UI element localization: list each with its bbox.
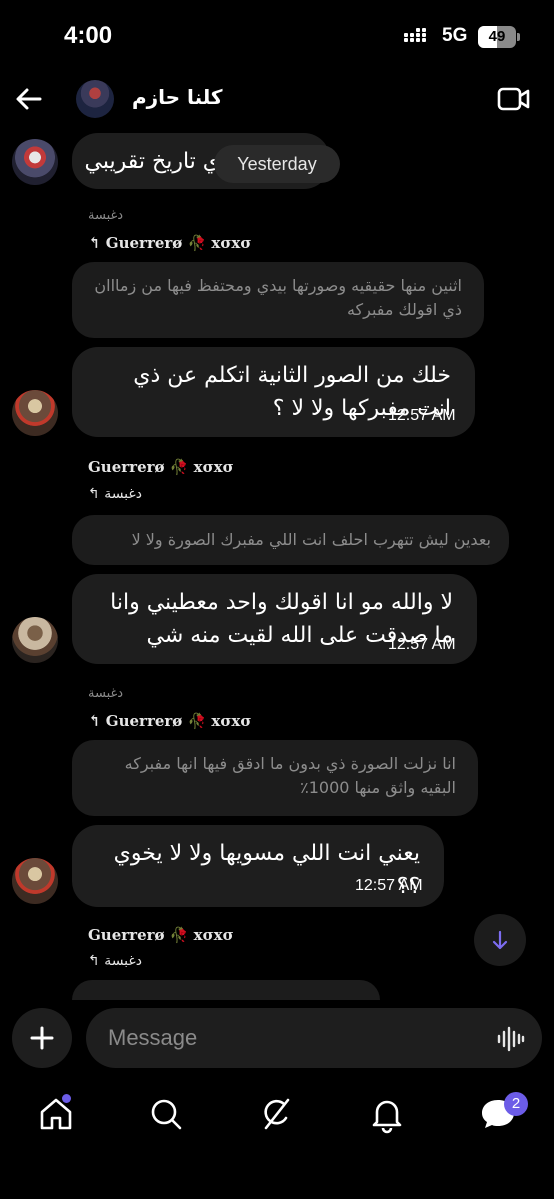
messages-badge: 2 bbox=[504, 1092, 528, 1116]
arrow-down-icon bbox=[492, 930, 508, 950]
battery-tip bbox=[517, 33, 520, 41]
home-icon[interactable] bbox=[34, 1092, 78, 1136]
quoted-text: بعدين ليش تتهرب احلف انت اللي مفبرك الصو… bbox=[131, 530, 491, 549]
message-bubble[interactable]: خلك من الصور الثانية اتكلم عن ذي انت مفب… bbox=[72, 347, 475, 437]
bell-icon[interactable] bbox=[365, 1092, 409, 1136]
status-time: 4:00 bbox=[64, 22, 113, 49]
reply-arrow-icon: ↰ bbox=[88, 712, 106, 730]
chat-title[interactable]: كلنا حازم bbox=[132, 85, 223, 109]
battery-icon: 49 bbox=[478, 26, 516, 48]
reply-arrow-icon: ↰ bbox=[88, 234, 106, 252]
chat-avatar[interactable] bbox=[76, 80, 114, 118]
sender-avatar[interactable] bbox=[12, 617, 58, 663]
tab-bar bbox=[0, 1086, 554, 1146]
reply-to-name: دغبسة bbox=[88, 208, 124, 223]
reply-context-text: Guerrerø 🥀 xσxσ bbox=[88, 926, 234, 944]
reply-context-text: Guerrerø 🥀 xσxσ bbox=[88, 458, 234, 476]
sender-avatar[interactable] bbox=[12, 858, 58, 904]
plus-icon bbox=[30, 1026, 54, 1050]
reply-context: ↰ Guerrerø 🥀 xσxσ bbox=[88, 234, 251, 252]
message-bubble[interactable]: لا والله مو انا اقولك واحد معطيني وانا م… bbox=[72, 574, 477, 664]
quoted-text: انا نزلت الصورة ذي بدون ما ادقق فيها انه… bbox=[124, 754, 456, 797]
reply-context-text: Guerrerø 🥀 xσxσ bbox=[105, 712, 252, 730]
reply-context: Guerrerø 🥀 xσxσ bbox=[88, 926, 234, 944]
quoted-message[interactable]: انا نزلت الصورة ذي بدون ما ادقق فيها انه… bbox=[72, 740, 478, 816]
search-icon[interactable] bbox=[144, 1092, 188, 1136]
message-input[interactable] bbox=[86, 1008, 542, 1068]
reply-arrow-icon: ↰ bbox=[88, 953, 105, 969]
reply-context-text: Guerrerø 🥀 xσxσ bbox=[105, 234, 252, 252]
network-type: 5G bbox=[442, 25, 468, 46]
voice-message-icon[interactable] bbox=[496, 1026, 526, 1052]
reply-arrow-icon: ↰ bbox=[88, 486, 105, 502]
message-time: 12:57 AM bbox=[388, 407, 456, 424]
message-time: 12:57 AM bbox=[355, 877, 423, 894]
quoted-message[interactable]: بعدين ليش تتهرب احلف انت اللي مفبرك الصو… bbox=[72, 515, 509, 565]
grok-icon[interactable] bbox=[254, 1092, 298, 1136]
sender-avatar[interactable] bbox=[12, 390, 58, 436]
composer bbox=[0, 1000, 554, 1076]
message-bubble[interactable]: يعني انت اللي مسويها ولا لا يخوي ؟؟ 12:5… bbox=[72, 825, 444, 907]
reply-context: Guerrerø 🥀 xσxσ bbox=[88, 458, 234, 476]
chat-header: كلنا حازم bbox=[0, 72, 554, 126]
quoted-message[interactable] bbox=[72, 980, 380, 1000]
quoted-message[interactable]: اثنين منها حقيقيه وصورتها بيدي ومحتفظ في… bbox=[72, 262, 484, 338]
date-separator: Yesterday bbox=[214, 145, 340, 183]
sender-avatar[interactable] bbox=[12, 139, 58, 185]
attach-button[interactable] bbox=[12, 1008, 72, 1068]
reply-to-name: دغبسة ↰ bbox=[88, 486, 142, 502]
reply-to-name: دغبسة ↰ bbox=[88, 953, 142, 969]
message-time: 12:57 AM bbox=[388, 636, 456, 653]
reply-context: ↰ Guerrerø 🥀 xσxσ bbox=[88, 712, 251, 730]
video-call-icon[interactable] bbox=[497, 86, 531, 112]
battery-percent: 49 bbox=[488, 28, 506, 45]
back-arrow-icon[interactable] bbox=[12, 82, 46, 116]
signal-icon bbox=[404, 28, 434, 46]
home-notification-dot bbox=[62, 1094, 71, 1103]
scroll-down-button[interactable] bbox=[474, 914, 526, 966]
status-bar: 4:00 5G 49 bbox=[0, 0, 554, 72]
quoted-text: اثنين منها حقيقيه وصورتها بيدي ومحتفظ في… bbox=[94, 276, 462, 319]
message-text: ي تاريخ تقريبي bbox=[84, 149, 220, 174]
reply-to-name: دغبسة bbox=[88, 686, 124, 701]
